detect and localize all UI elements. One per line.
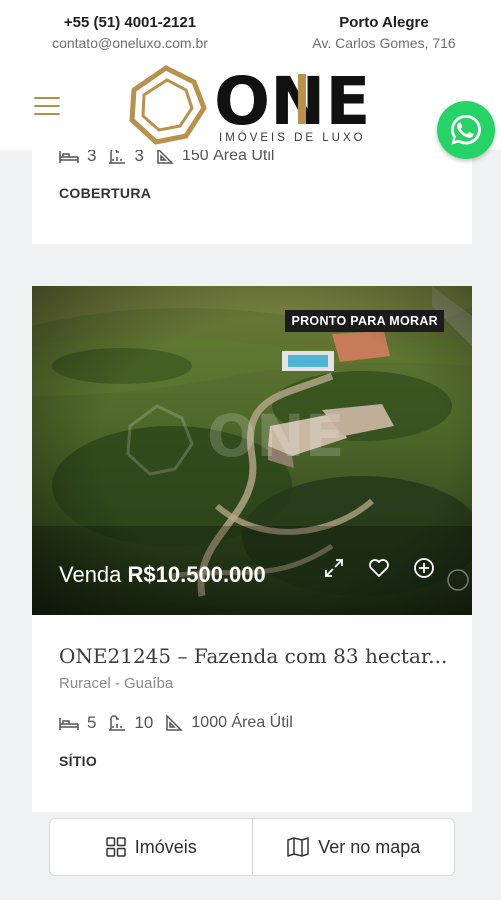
expand-icon [325, 559, 343, 577]
map-label: Ver no mapa [318, 836, 421, 857]
heart-icon [369, 559, 389, 577]
bathrooms-feature: 10 [108, 713, 153, 733]
ruler-triangle-icon [166, 714, 184, 731]
contact-info: +55 (51) 4001-2121 contato@oneluxo.com.b… [40, 13, 220, 53]
email-link[interactable]: contato@oneluxo.com.br [40, 33, 220, 53]
property-photo[interactable]: ONE PRONTO PARA MORAR Venda R$10.500.000 [32, 286, 472, 615]
price-value: R$10.500.000 [127, 562, 266, 587]
whatsapp-button[interactable] [437, 101, 495, 159]
bedrooms-count: 5 [87, 713, 97, 732]
logo-tagline: IMÓVEIS DE LUXO [219, 132, 366, 144]
favorite-button[interactable] [365, 554, 393, 582]
photo-actions [320, 554, 455, 582]
property-card[interactable]: 3 3 150 Área Útil COBERTURA [32, 146, 472, 244]
logo[interactable]: ONE IMÓVEIS DE LUXO [126, 62, 382, 148]
logo-wordmark: ONE [214, 63, 370, 140]
bed-icon [59, 151, 79, 163]
property-type: SÍTIO [59, 753, 98, 769]
grid-icon [105, 837, 126, 857]
properties-button[interactable]: Imóveis [50, 819, 252, 875]
menu-icon[interactable] [34, 97, 60, 115]
properties-label: Imóveis [134, 836, 197, 857]
status-badge: PRONTO PARA MORAR [285, 310, 444, 332]
bathtub-icon [109, 715, 126, 731]
map-button[interactable]: Ver no mapa [251, 819, 455, 875]
whatsapp-icon [451, 115, 481, 145]
address-info: Porto Alegre Av. Carlos Gomes, 716 [300, 13, 468, 53]
expand-button[interactable] [320, 554, 348, 582]
city-label: Porto Alegre [339, 14, 429, 31]
area-value: 1000 Área Útil [191, 714, 293, 731]
property-location: Ruracel - Guaíba [59, 675, 174, 692]
bedrooms-feature: 5 [59, 713, 96, 733]
address-link[interactable]: Av. Carlos Gomes, 716 [300, 33, 468, 53]
bottom-nav: Imóveis Ver no mapa [49, 818, 455, 876]
property-features: 5 10 1000 Área Útil [59, 713, 305, 733]
property-card[interactable]: ONE PRONTO PARA MORAR Venda R$10.500.000… [32, 286, 472, 812]
site-header: +55 (51) 4001-2121 contato@oneluxo.com.b… [0, 0, 501, 150]
price-prefix: Venda [59, 562, 122, 587]
plus-circle-icon [414, 558, 434, 578]
area-feature: 1000 Área Útil [165, 714, 293, 732]
property-type: COBERTURA [59, 185, 152, 201]
property-title[interactable]: ONE21245 – Fazenda com 83 hectar... [59, 644, 447, 668]
bathrooms-count: 10 [134, 713, 154, 732]
compare-button[interactable] [410, 554, 438, 582]
bed-icon [59, 718, 79, 730]
phone-link[interactable]: +55 (51) 4001-2121 [40, 13, 220, 33]
price-label: Venda R$10.500.000 [59, 562, 266, 588]
map-icon [287, 837, 309, 857]
